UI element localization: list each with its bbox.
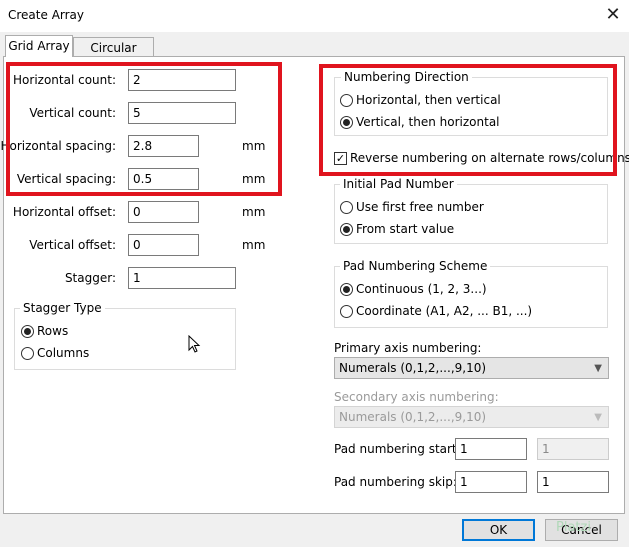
secondary-axis-value: Numerals (0,1,2,...,9,10) bbox=[339, 410, 487, 424]
horizontal-offset-label: Horizontal offset: bbox=[12, 205, 116, 219]
chevron-down-icon: ▼ bbox=[594, 412, 602, 423]
rows-radio[interactable] bbox=[21, 325, 34, 338]
close-icon[interactable]: ✕ bbox=[600, 2, 626, 28]
primary-axis-select[interactable]: Numerals (0,1,2,...,9,10) ▼ bbox=[334, 357, 609, 379]
stagger-input[interactable]: 1 bbox=[128, 267, 236, 289]
stagger-label: Stagger: bbox=[64, 271, 116, 285]
vertical-offset-unit: mm bbox=[242, 238, 266, 252]
columns-radio[interactable] bbox=[21, 347, 34, 360]
title-bar bbox=[0, 0, 629, 32]
stagger-type-group bbox=[14, 308, 236, 370]
continuous-label[interactable]: Continuous (1, 2, 3...) bbox=[356, 282, 487, 296]
highlight-box-numbering bbox=[319, 64, 617, 176]
stagger-type-title: Stagger Type bbox=[20, 301, 105, 315]
pad-numbering-scheme-title: Pad Numbering Scheme bbox=[340, 259, 491, 273]
watermark-logo: Platzi bbox=[556, 520, 591, 535]
use-first-free-number-label[interactable]: Use first free number bbox=[356, 200, 484, 214]
vertical-offset-input[interactable]: 0 bbox=[128, 234, 199, 256]
pad-numbering-start-input-1[interactable]: 1 bbox=[455, 438, 527, 460]
pad-numbering-start-label: Pad numbering start: bbox=[334, 442, 461, 456]
secondary-axis-label: Secondary axis numbering: bbox=[334, 390, 499, 404]
pad-numbering-skip-input-1[interactable]: 1 bbox=[455, 471, 527, 493]
pad-numbering-scheme-group bbox=[334, 266, 608, 328]
ok-button[interactable]: OK bbox=[462, 519, 535, 541]
columns-radio-label[interactable]: Columns bbox=[37, 346, 89, 360]
primary-axis-value: Numerals (0,1,2,...,9,10) bbox=[339, 361, 487, 375]
initial-pad-number-title: Initial Pad Number bbox=[340, 177, 457, 191]
secondary-axis-select: Numerals (0,1,2,...,9,10) ▼ bbox=[334, 406, 609, 428]
pad-numbering-start-input-2: 1 bbox=[537, 438, 609, 460]
highlight-box-grid bbox=[6, 62, 282, 196]
from-start-value-radio[interactable] bbox=[340, 223, 353, 236]
tab-grid-array[interactable]: Grid Array bbox=[5, 35, 73, 57]
window-title: Create Array bbox=[8, 8, 85, 22]
horizontal-offset-unit: mm bbox=[242, 205, 266, 219]
pad-numbering-skip-label: Pad numbering skip: bbox=[334, 475, 457, 489]
continuous-radio[interactable] bbox=[340, 283, 353, 296]
use-first-free-number-radio[interactable] bbox=[340, 201, 353, 214]
mouse-cursor-icon bbox=[188, 335, 201, 353]
coordinate-radio[interactable] bbox=[340, 305, 353, 318]
horizontal-offset-input[interactable]: 0 bbox=[128, 201, 199, 223]
rows-radio-label[interactable]: Rows bbox=[37, 324, 68, 338]
vertical-offset-label: Vertical offset: bbox=[29, 238, 116, 252]
coordinate-label[interactable]: Coordinate (A1, A2, ... B1, ...) bbox=[356, 304, 532, 318]
from-start-value-label[interactable]: From start value bbox=[356, 222, 454, 236]
pad-numbering-skip-input-2[interactable]: 1 bbox=[537, 471, 609, 493]
chevron-down-icon: ▼ bbox=[594, 363, 602, 374]
primary-axis-label: Primary axis numbering: bbox=[334, 341, 482, 355]
tab-circular-array[interactable]: Circular Array bbox=[73, 37, 154, 75]
